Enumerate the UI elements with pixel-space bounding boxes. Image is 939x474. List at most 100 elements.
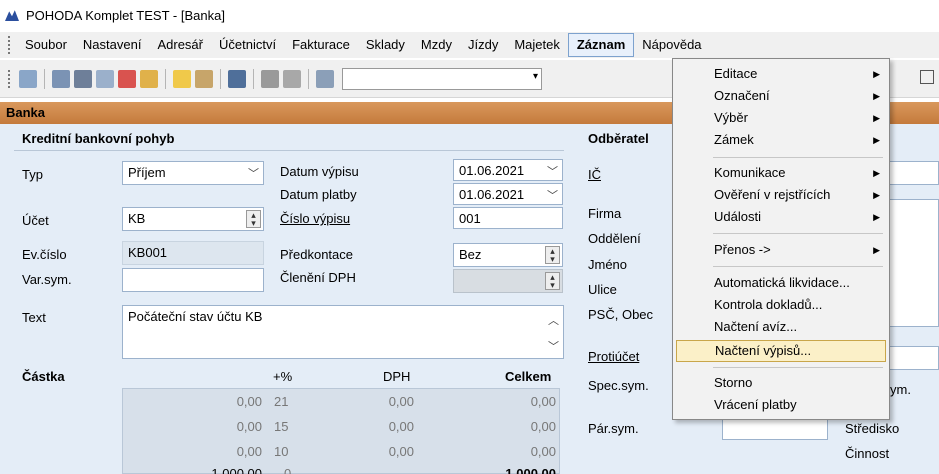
ic-label[interactable]: IČ	[588, 167, 601, 182]
save-disabled-icon[interactable]	[283, 69, 301, 88]
typ-select[interactable]: Příjem ﹀	[122, 161, 264, 185]
submenu-arrow-icon: ▶	[873, 212, 880, 222]
title-bar: POHODA Komplet TEST - [Banka]	[0, 0, 939, 30]
predkontace-picker-icon[interactable]: ▴ ▾	[545, 246, 560, 264]
scroll-up-icon[interactable]: ︿	[548, 312, 559, 330]
row2-celkem[interactable]: 0,00	[480, 419, 556, 434]
menu-item-nacteni-aviz[interactable]: Načtení avíz...	[676, 316, 886, 338]
col-celkem-header: Celkem	[505, 369, 552, 384]
menu-majetek[interactable]: Majetek	[506, 33, 568, 57]
menu-item-zamek[interactable]: Zámek ▶	[676, 129, 886, 151]
toolbar-separator	[308, 68, 309, 89]
typ-value: Příjem	[128, 165, 166, 180]
datum-platby-field[interactable]: 01.06.2021 ﹀	[453, 183, 563, 205]
toolbar-separator	[220, 68, 221, 89]
menu-item-oznaceni[interactable]: Označení ▶	[676, 85, 886, 107]
row3-base[interactable]: 0,00	[200, 444, 262, 459]
pohoda-app-icon	[4, 7, 20, 23]
cleneni-dph-field[interactable]: ▴ ▾	[453, 269, 563, 293]
row2-base[interactable]: 0,00	[200, 419, 262, 434]
menu-jizdy[interactable]: Jízdy	[460, 33, 506, 57]
menu-nastaveni[interactable]: Nastavení	[75, 33, 150, 57]
pdf-icon[interactable]	[118, 69, 136, 88]
datum-vypisu-field[interactable]: 01.06.2021 ﹀	[453, 159, 563, 181]
menubar-grip[interactable]	[8, 36, 11, 54]
section-title-kreditni: Kreditní bankovní pohyb	[22, 131, 175, 146]
row4-celkem[interactable]: 1 000,00	[480, 466, 556, 474]
menu-soubor[interactable]: Soubor	[17, 33, 75, 57]
row4-base[interactable]: 1 000,00	[190, 466, 262, 474]
chevron-down-icon[interactable]: ﹀	[547, 163, 558, 181]
menu-item-komunikace[interactable]: Komunikace ▶	[676, 162, 886, 184]
scroll-down-icon[interactable]: ﹀	[548, 338, 559, 356]
menu-sklady[interactable]: Sklady	[358, 33, 413, 57]
cleneni-picker-icon[interactable]: ▴ ▾	[545, 272, 560, 290]
menu-item-prenos[interactable]: Přenos -> ▶	[676, 239, 886, 261]
row1-base[interactable]: 0,00	[200, 394, 262, 409]
submenu-arrow-icon: ▶	[873, 69, 880, 79]
menu-fakturace[interactable]: Fakturace	[284, 33, 358, 57]
ucet-label: Účet	[22, 213, 49, 228]
row1-celkem[interactable]: 0,00	[480, 394, 556, 409]
export-icon[interactable]	[140, 69, 158, 88]
row3-pct: 10	[274, 444, 289, 459]
menu-item-kontrola-dokladu[interactable]: Kontrola dokladů...	[676, 294, 886, 316]
back-arrow-icon[interactable]	[228, 69, 246, 88]
menu-item-udalosti[interactable]: Události ▶	[676, 206, 886, 228]
row1-dph[interactable]: 0,00	[340, 394, 414, 409]
row4-pct: 0	[284, 466, 292, 474]
toolbar-grip[interactable]	[8, 69, 11, 88]
cinnost-label: Činnost	[845, 446, 890, 461]
tree-icon[interactable]	[19, 69, 37, 88]
preview-icon[interactable]	[96, 69, 114, 88]
cislo-vypisu-field[interactable]: 001	[453, 207, 563, 229]
chevron-down-icon[interactable]: ﹀	[547, 187, 558, 205]
zaznam-dropdown-menu: Editace ▶ Označení ▶ Výběr ▶ Zámek ▶ Komunik…	[672, 58, 890, 420]
new-record-icon[interactable]	[173, 69, 191, 88]
address-field-edge[interactable]	[888, 199, 939, 327]
toolbar-filter-combo[interactable]	[342, 67, 542, 90]
submenu-arrow-icon: ▶	[873, 190, 880, 200]
menu-separator	[713, 367, 883, 368]
protiucet-label[interactable]: Protiúčet	[588, 349, 639, 364]
menu-ucetnictvi[interactable]: Účetnictví	[211, 33, 284, 57]
menu-item-vyber[interactable]: Výběr ▶	[676, 107, 886, 129]
predkontace-field[interactable]: Bez ▴ ▾	[453, 243, 563, 267]
text-label: Text	[22, 310, 46, 325]
find-icon[interactable]	[52, 69, 70, 88]
save-icon[interactable]	[261, 69, 279, 88]
menu-item-overeni[interactable]: Ověření v rejstřících ▶	[676, 184, 886, 206]
toolbar-separator	[44, 68, 45, 89]
layout-icon[interactable]	[920, 70, 934, 84]
copy-icon[interactable]	[316, 69, 334, 88]
protiucet-field-edge[interactable]	[888, 346, 939, 370]
menu-item-vraceni-platby[interactable]: Vrácení platby	[676, 394, 886, 416]
parsym-label: Pár.sym.	[588, 421, 639, 436]
ucet-field[interactable]: KB ▴ ▾	[122, 207, 264, 231]
menu-item-automaticka-likvidace[interactable]: Automatická likvidace...	[676, 272, 886, 294]
menu-item-editace[interactable]: Editace ▶	[676, 63, 886, 85]
datum-platby-label: Datum platby	[280, 187, 357, 202]
print-icon[interactable]	[74, 69, 92, 88]
menu-mzdy[interactable]: Mzdy	[413, 33, 460, 57]
row1-pct: 21	[274, 394, 289, 409]
col-pct-header: +%	[273, 369, 293, 384]
menu-zaznam[interactable]: Záznam	[567, 33, 635, 57]
menu-item-nacteni-vypisu[interactable]: Načtení výpisů...	[676, 340, 886, 362]
ic-field-edge[interactable]	[888, 161, 939, 185]
typ-label: Typ	[22, 167, 43, 182]
evcislo-field: KB001	[122, 241, 264, 265]
menu-napoveda[interactable]: Nápověda	[634, 33, 709, 57]
row2-dph[interactable]: 0,00	[340, 419, 414, 434]
row3-celkem[interactable]: 0,00	[480, 444, 556, 459]
toolbar-separator	[165, 68, 166, 89]
section-divider	[14, 150, 564, 151]
varsym-field[interactable]	[122, 268, 264, 292]
menu-adresar[interactable]: Adresář	[149, 33, 211, 57]
row3-dph[interactable]: 0,00	[340, 444, 414, 459]
text-area[interactable]: Počáteční stav účtu KB ︿ ﹀	[122, 305, 564, 359]
menu-item-storno[interactable]: Storno	[676, 372, 886, 394]
edit-brush-icon[interactable]	[195, 69, 213, 88]
toolbar-separator	[253, 68, 254, 89]
ucet-picker-icon[interactable]: ▴ ▾	[246, 210, 261, 228]
